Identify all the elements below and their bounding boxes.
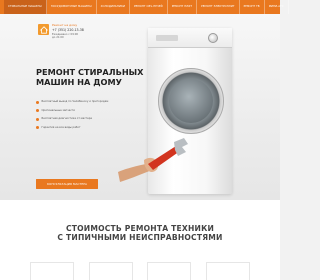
house-icon[interactable] (38, 24, 49, 35)
feature-item: Бесплатный выезд по Челябинску и пригоро… (36, 100, 116, 104)
feature-item: Гарантия на все виды работ (36, 126, 116, 130)
check-icon (36, 109, 39, 113)
brand-tagline: Ремонт на дому (52, 23, 78, 27)
washer-drum (169, 79, 213, 123)
hero-section: Ремонт на дому +7 (351) 220-13-38 Ежедне… (0, 14, 280, 200)
feature-text: Оригинальные запчасти (41, 108, 75, 112)
feature-list: Бесплатный выезд по Челябинску и пригоро… (36, 100, 116, 134)
working-hours: Ежедневно с 09:00 до 21:00 (52, 33, 79, 40)
feature-item: Оригинальные запчасти (36, 109, 116, 113)
washer-control-panel (148, 28, 232, 48)
check-icon (36, 126, 39, 130)
price-card[interactable] (88, 262, 133, 280)
consultation-button[interactable]: Консультация мастера (36, 179, 98, 189)
pricing-title-line1: Стоимость ремонта техники (65, 224, 215, 233)
nav-item-microwaves[interactable]: Ремонт СВЧ-печей (130, 0, 168, 14)
top-navigation: Стиральные машины Посудомоечные машины Х… (0, 0, 289, 14)
landing-page: Стиральные машины Посудомоечные машины Х… (0, 0, 289, 280)
pricing-title-line2: с типичными неисправностями (57, 233, 223, 242)
price-card[interactable] (205, 262, 250, 280)
check-icon (36, 100, 39, 104)
nav-item-pbx[interactable]: Мини-АТС (265, 0, 289, 14)
nav-item-washing-machines[interactable]: Стиральные машины (4, 0, 47, 14)
feature-item: Бесплатная диагностика от мастера (36, 117, 116, 121)
price-card[interactable] (30, 262, 74, 280)
washer-knob (208, 33, 218, 43)
wrench-icon (118, 138, 188, 182)
nav-item-dishwashers[interactable]: Посудомоечные машины (47, 0, 97, 14)
check-icon (36, 117, 39, 121)
nav-item-stoves[interactable]: Ремонт плит (168, 0, 198, 14)
nav-item-electric-stoves[interactable]: Ремонт электроплит (197, 0, 240, 14)
hero-headline: Ремонт стиральных машин на дому (36, 67, 144, 87)
price-card[interactable] (147, 262, 192, 280)
feature-text: Бесплатный выезд по Челябинску и пригоро… (41, 100, 109, 103)
feature-text: Гарантия на все виды работ (41, 125, 81, 129)
pricing-title: Стоимость ремонта техники с типичными не… (0, 224, 280, 242)
price-cards (30, 262, 250, 280)
house-icon-glyph (39, 25, 48, 34)
brand-block: Ремонт на дому +7 (351) 220-13-38 Ежедне… (52, 23, 84, 40)
washer-display (156, 35, 178, 41)
feature-text: Бесплатная диагностика от мастера (41, 117, 92, 121)
nav-item-fridges[interactable]: Холодильники (97, 0, 130, 14)
nav-item-tv[interactable]: Ремонт ТВ (240, 0, 265, 14)
